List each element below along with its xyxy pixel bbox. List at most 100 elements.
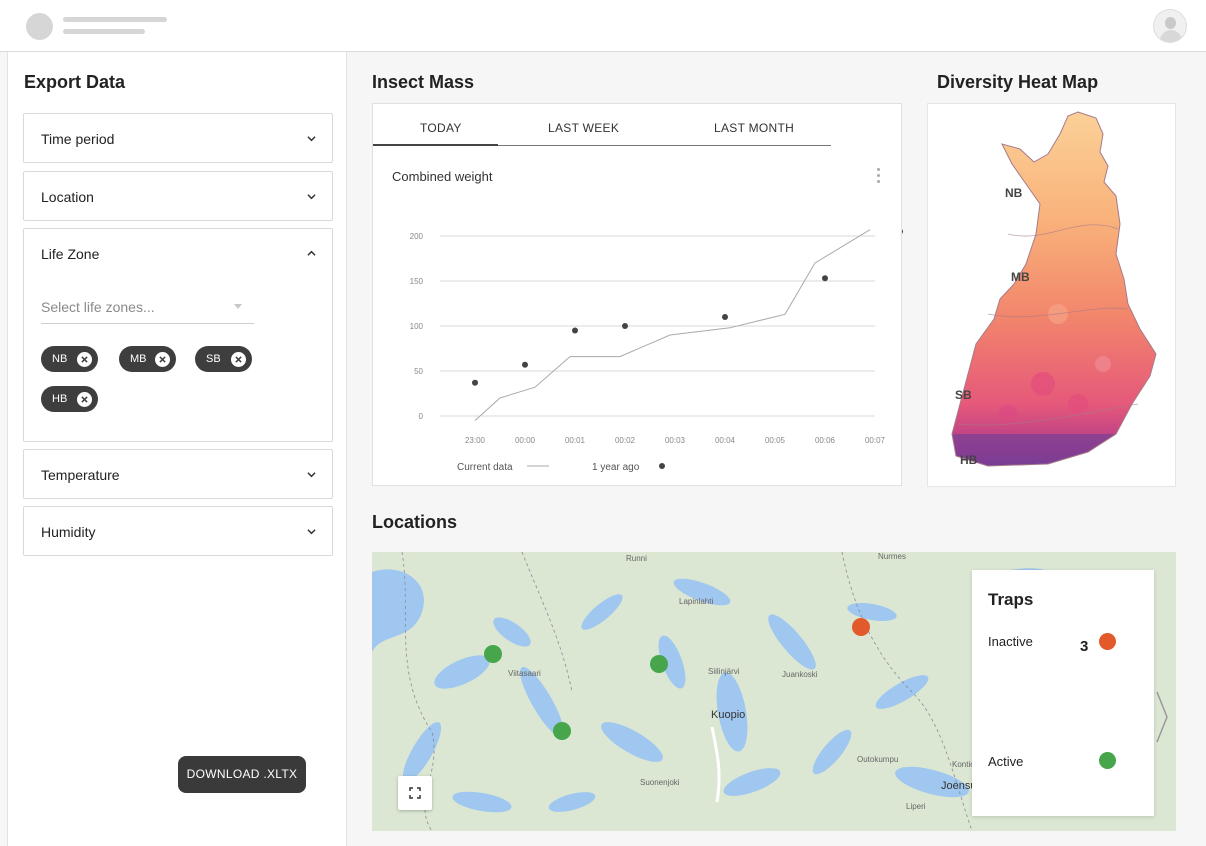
x-tick-label: 00:02 <box>615 436 636 445</box>
filter-temperature[interactable]: Temperature <box>23 449 333 499</box>
filter-life-zone[interactable]: Life Zone Select life zones... NB MB SB … <box>23 228 333 442</box>
filter-label: Time period <box>41 131 115 147</box>
chip-label: HB <box>52 393 68 405</box>
top-bar <box>0 0 1206 52</box>
brand-placeholder-line <box>63 17 167 22</box>
x-tick-label: 00:05 <box>765 436 786 445</box>
chip-nb: NB <box>41 346 98 372</box>
filter-label: Humidity <box>41 524 96 540</box>
x-tick-label: 00:03 <box>665 436 686 445</box>
chevron-up-icon[interactable] <box>307 249 316 258</box>
x-tick-label: 00:06 <box>815 436 836 445</box>
trap-marker-inactive[interactable] <box>852 618 870 636</box>
dropdown-caret-icon <box>234 304 242 309</box>
close-icon[interactable] <box>77 352 92 367</box>
filter-location[interactable]: Location <box>23 171 333 221</box>
place-label: Runni <box>626 554 647 563</box>
y-tick-label: 150 <box>410 277 424 286</box>
x-tick-label: 00:01 <box>565 436 586 445</box>
filter-humidity[interactable]: Humidity <box>23 506 333 556</box>
data-point-1-year-ago <box>722 314 728 320</box>
chevron-down-icon[interactable] <box>307 470 316 479</box>
y-tick-label: 50 <box>414 367 423 376</box>
chevron-down-icon[interactable] <box>307 192 316 201</box>
place-label: Siilinjärvi <box>708 667 740 676</box>
diversity-heat-map: NB MB SB HB <box>927 103 1176 487</box>
place-label: Juankoski <box>782 670 818 679</box>
traps-legend-title: Traps <box>988 590 1034 609</box>
logo-placeholder <box>26 13 53 40</box>
close-icon[interactable] <box>77 392 92 407</box>
legend-label-1-year-ago: 1 year ago <box>592 462 640 473</box>
insect-mass-card: TODAY LAST WEEK LAST MONTH Combined weig… <box>372 103 903 486</box>
legend-label-current-data: Current data <box>457 462 513 473</box>
data-point-1-year-ago <box>822 275 828 282</box>
place-label: Lapinlahti <box>679 597 714 606</box>
download-xltx-button[interactable]: DOWNLOAD .XLTX <box>178 756 306 793</box>
zone-label-sb: SB <box>955 388 972 402</box>
filter-label: Life Zone <box>41 246 100 262</box>
x-tick-label: 00:04 <box>715 436 736 445</box>
chevron-down-icon[interactable] <box>307 527 316 536</box>
filter-label: Temperature <box>41 467 120 483</box>
trap-marker-active[interactable] <box>650 655 668 673</box>
filter-label: Location <box>41 189 94 205</box>
active-status-dot <box>1099 752 1116 769</box>
traps-legend: Traps Inactive 3 Active <box>972 570 1154 816</box>
place-label: Viitasaari <box>508 669 541 678</box>
legend-swatch-dot <box>659 463 665 469</box>
locations-title: Locations <box>372 512 458 532</box>
chevron-down-icon[interactable] <box>307 134 316 143</box>
user-avatar[interactable] <box>1153 9 1187 43</box>
x-tick-label: 00:00 <box>515 436 536 445</box>
data-point-1-year-ago <box>572 327 578 334</box>
filter-time-period[interactable]: Time period <box>23 113 333 163</box>
place-label: Nurmes <box>878 552 907 561</box>
active-label: Active <box>988 754 1024 769</box>
data-point-1-year-ago <box>622 323 628 329</box>
close-icon[interactable] <box>155 352 170 367</box>
inactive-label: Inactive <box>988 634 1033 649</box>
y-tick-label: 200 <box>410 232 424 241</box>
locations-map[interactable]: Runni Nurmes Lapinlahti Viitasaari Siili… <box>372 552 1176 831</box>
avatar-head-shape <box>1165 17 1176 29</box>
chip-hb: HB <box>41 386 98 412</box>
data-point-1-year-ago <box>472 379 478 386</box>
place-label: Liperi <box>906 802 926 811</box>
y-tick-label: 0 <box>419 412 424 421</box>
fullscreen-icon <box>409 787 421 799</box>
y-tick-label: 100 <box>410 322 424 331</box>
zone-label-hb: HB <box>960 453 978 467</box>
life-zone-select-placeholder: Select life zones... <box>41 299 155 315</box>
combined-weight-chart: 0 50 100 150 200 23:00 00:00 00:01 00:02 00:03 00:… <box>410 229 903 473</box>
inactive-count: 3 <box>1080 638 1089 655</box>
avatar-body-shape <box>1160 30 1182 42</box>
chip-label: SB <box>206 353 221 365</box>
data-point-1-year-ago <box>902 229 903 234</box>
finland-heat-map-image <box>951 111 1157 467</box>
inactive-status-dot <box>1099 633 1116 650</box>
close-icon[interactable] <box>231 352 246 367</box>
zone-label-mb: MB <box>1011 270 1030 284</box>
place-label: Kuopio <box>711 709 746 721</box>
fullscreen-button[interactable] <box>398 776 432 810</box>
x-tick-label: 00:07 <box>865 436 886 445</box>
trap-marker-active[interactable] <box>553 722 571 740</box>
heat-map-title: Diversity Heat Map <box>937 72 1099 92</box>
zone-label-nb: NB <box>1005 186 1023 200</box>
chip-mb: MB <box>119 346 176 372</box>
chip-label: MB <box>130 353 147 365</box>
insect-mass-title: Insect Mass <box>372 72 475 92</box>
export-data-sidebar: Export Data Time period Location Life Zo… <box>7 52 347 846</box>
x-tick-label: 23:00 <box>465 436 486 445</box>
chip-sb: SB <box>195 346 252 372</box>
sidebar-title: Export Data <box>24 72 126 92</box>
life-zone-select[interactable]: Select life zones... <box>41 299 254 324</box>
place-label: Outokumpu <box>857 755 899 764</box>
chip-label: NB <box>52 353 68 365</box>
series-line-current-data <box>474 229 871 421</box>
trap-marker-active[interactable] <box>484 645 502 663</box>
place-label: Suonenjoki <box>640 778 680 787</box>
brand-placeholder-line <box>63 29 145 34</box>
data-point-1-year-ago <box>522 361 528 368</box>
